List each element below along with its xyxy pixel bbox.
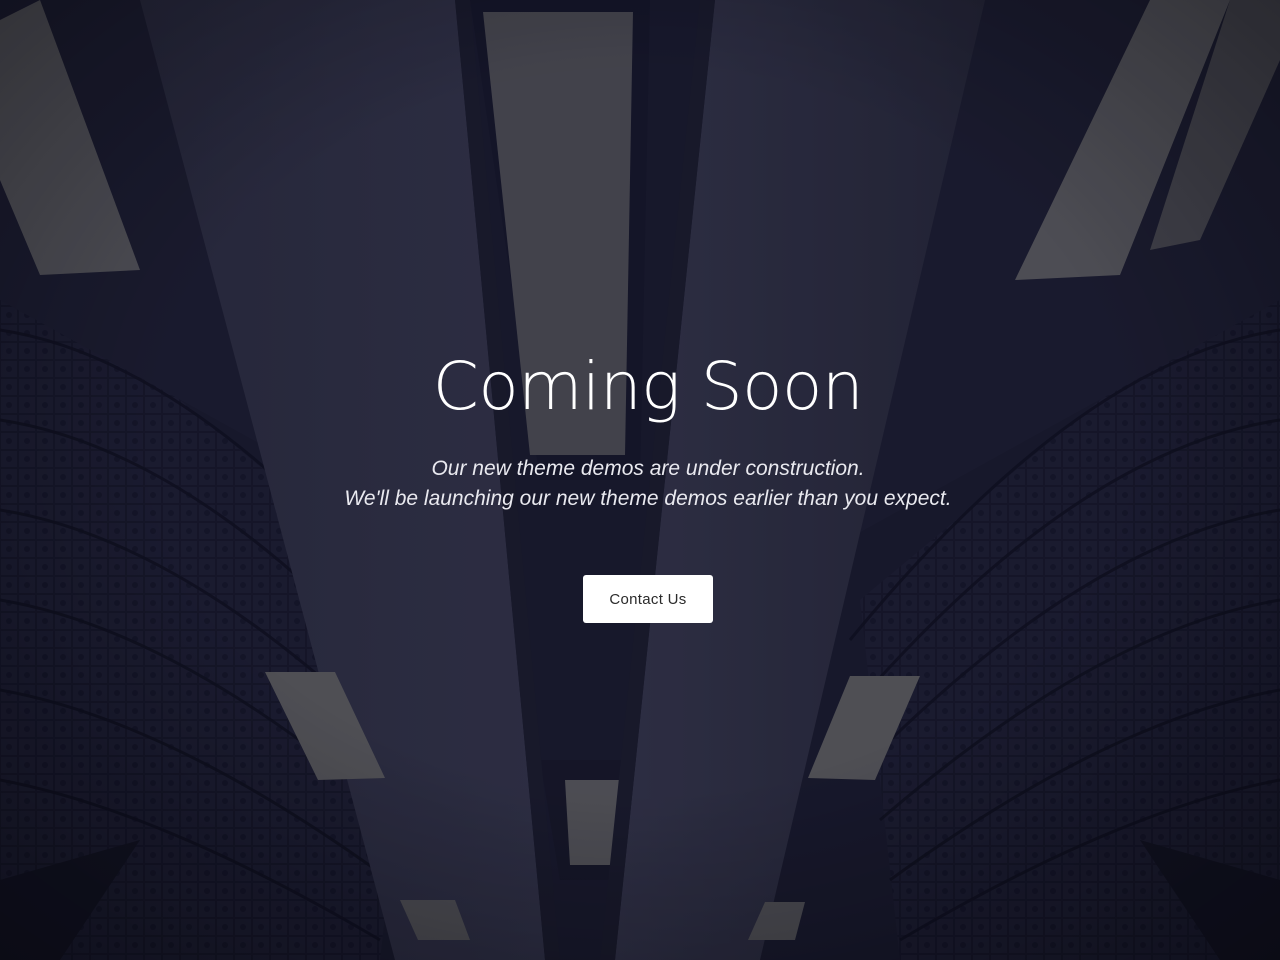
coming-soon-page: Coming Soon Our new theme demos are unde… [0,0,1280,960]
contact-us-button[interactable]: Contact Us [583,575,713,623]
subtitle-line-1: Our new theme demos are under constructi… [431,457,865,480]
page-title: Coming Soon [432,348,864,425]
subtitle-line-2: We'll be launching our new theme demos e… [344,487,952,510]
hero-section: Coming Soon Our new theme demos are unde… [0,0,1280,960]
